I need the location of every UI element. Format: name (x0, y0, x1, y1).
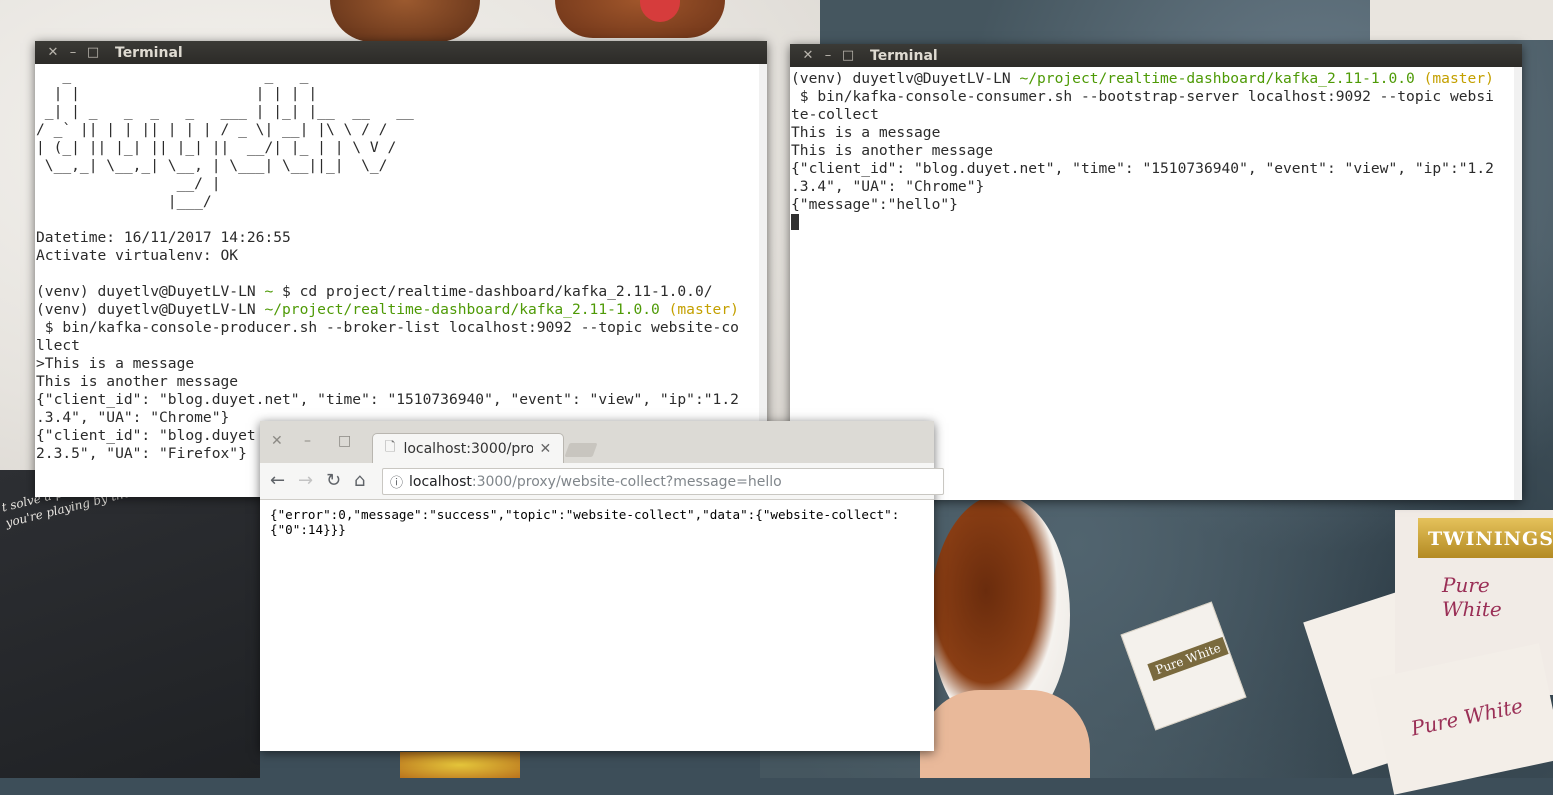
browser-toolbar: ← → ↻ ⌂ ⓘ localhost:3000/proxy/website-c… (260, 463, 944, 500)
terminal-line: .3.4", "UA": "Chrome"} (36, 409, 230, 426)
browser-tabstrip[interactable]: ✕ – □ 🗋 localhost:3000/pro ✕ (260, 421, 934, 464)
terminal-command: te-collect (791, 106, 879, 123)
minimize-icon[interactable]: – (63, 45, 83, 60)
back-icon[interactable]: ← (270, 470, 285, 491)
terminal-prompt: (venv) duyetlv@DuyetLV-LN (36, 283, 256, 300)
prompt-branch: (master) (659, 301, 739, 318)
terminal-text: _ _ _ | | | | | | _| | _ _ _ _ ___ | |_|… (35, 64, 767, 463)
terminal-line: {"message":"hello"} (791, 196, 958, 213)
url-host: localhost (409, 473, 472, 490)
terminal-prompt: (venv) duyetlv@DuyetLV-LN (36, 301, 256, 318)
maximize-icon[interactable]: □ (83, 45, 103, 60)
terminal-line: Activate virtualenv: OK (36, 247, 239, 264)
terminal-titlebar[interactable]: ✕ – □ Terminal (790, 44, 1522, 67)
terminal-line: {"client_id": "blog.duyet.net", "time": … (36, 391, 739, 408)
terminal-line: This is another message (791, 142, 994, 159)
wallpaper-food (400, 752, 520, 778)
window-title: Terminal (115, 44, 183, 61)
url-path: :3000/proxy/website-collect?message=hell… (471, 473, 782, 490)
home-icon[interactable]: ⌂ (354, 470, 365, 491)
terminal-line: .3.4", "UA": "Chrome"} (791, 178, 985, 195)
minimize-icon[interactable]: – (304, 433, 311, 449)
wallpaper-notebook (1370, 0, 1553, 40)
terminal-command: $ bin/kafka-console-consumer.sh --bootst… (791, 88, 1494, 105)
browser-tab[interactable]: 🗋 localhost:3000/pro ✕ (372, 433, 564, 464)
close-icon[interactable]: ✕ (43, 45, 63, 60)
close-icon[interactable]: ✕ (798, 48, 818, 63)
new-tab-button[interactable] (564, 443, 598, 457)
terminal-prompt: (venv) duyetlv@DuyetLV-LN (791, 70, 1011, 87)
prompt-branch: (master) (1414, 70, 1494, 87)
browser-window[interactable]: ✕ – □ 🗋 localhost:3000/pro ✕ ← → ↻ ⌂ ⓘ l… (260, 421, 944, 751)
prompt-path: ~/project/realtime-dashboard/kafka_2.11-… (255, 301, 660, 318)
wallpaper-hand (920, 690, 1090, 778)
window-title: Terminal (870, 47, 938, 64)
scrollbar[interactable] (1514, 67, 1522, 500)
terminal-line: 2.3.5", "UA": "Firefox"} (36, 445, 247, 462)
json-response: {"error":0,"message":"success","topic":"… (260, 500, 934, 544)
maximize-icon[interactable]: □ (338, 433, 351, 449)
address-bar[interactable]: ⓘ localhost:3000/proxy/website-collect?m… (382, 468, 944, 495)
reload-icon[interactable]: ↻ (326, 470, 341, 491)
terminal-titlebar[interactable]: ✕ – □ Terminal (35, 41, 767, 64)
info-icon[interactable]: ⓘ (390, 472, 403, 491)
terminal-line: {"client_id": "blog.duyet (36, 427, 256, 444)
terminal-text: (venv) duyetlv@DuyetLV-LN ~/project/real… (790, 67, 1522, 232)
terminal-line: {"client_id": "blog.duyet.net", "time": … (791, 160, 1494, 177)
json-line: {"0":14}}} (270, 522, 346, 537)
text-cursor (791, 214, 799, 230)
terminal-line: This is another message (36, 373, 239, 390)
tab-close-icon[interactable]: ✕ (539, 441, 551, 457)
tea-name-text: Pure White (1442, 573, 1502, 621)
terminal-line: This is a message (791, 124, 941, 141)
forward-icon[interactable]: → (298, 470, 313, 491)
tab-title: localhost:3000/pro (403, 441, 534, 457)
tea-brand-text: TWININGS (1428, 528, 1553, 550)
terminal-command: $ cd project/realtime-dashboard/kafka_2.… (282, 283, 713, 300)
terminal-line: Datetime: 16/11/2017 14:26:55 (36, 229, 291, 246)
page-content: {"error":0,"message":"success","topic":"… (260, 500, 934, 751)
terminal-command: llect (36, 337, 80, 354)
ascii-art-banner: _ _ _ | | | | | | _| | _ _ _ _ ___ | |_|… (36, 67, 414, 210)
prompt-path: ~ (255, 283, 283, 300)
minimize-icon[interactable]: – (818, 48, 838, 63)
terminal-line: >This is a message (36, 355, 195, 372)
close-icon[interactable]: ✕ (271, 433, 283, 449)
page-icon: 🗋 (385, 440, 396, 455)
wallpaper-toast (330, 0, 480, 42)
terminal-command: $ bin/kafka-console-producer.sh --broker… (36, 319, 739, 336)
maximize-icon[interactable]: □ (838, 48, 858, 63)
prompt-path: ~/project/realtime-dashboard/kafka_2.11-… (1010, 70, 1415, 87)
json-line: {"error":0,"message":"success","topic":"… (270, 507, 900, 522)
